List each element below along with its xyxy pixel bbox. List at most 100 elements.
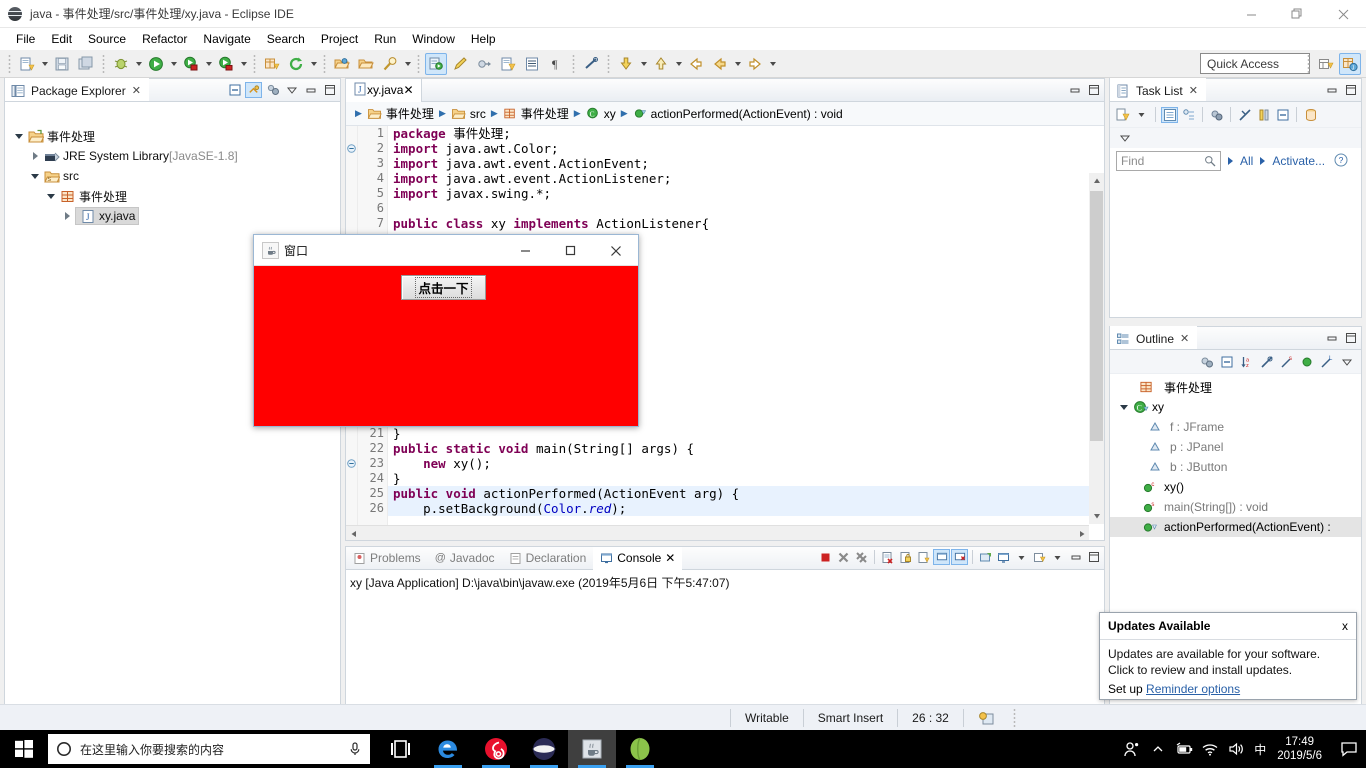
all-arrow-icon[interactable] bbox=[1228, 157, 1233, 165]
tab-outline[interactable]: Outline ✕ bbox=[1110, 326, 1198, 349]
refresh-arrow-icon[interactable] bbox=[308, 53, 319, 75]
tree-item-project[interactable]: 事件处理 bbox=[5, 126, 340, 146]
new-console-view-icon[interactable] bbox=[1031, 549, 1048, 565]
minimize-console-icon[interactable] bbox=[1067, 549, 1084, 565]
pin-console-icon[interactable] bbox=[915, 549, 932, 565]
close-icon[interactable]: ✕ bbox=[132, 84, 141, 97]
volume-icon[interactable] bbox=[1223, 730, 1249, 768]
breadcrumb-project[interactable]: 事件处理 bbox=[367, 105, 434, 122]
view-menu-icon[interactable] bbox=[283, 82, 300, 98]
new-task-arrow-icon[interactable] bbox=[1133, 107, 1150, 123]
toolbar-grip-7[interactable] bbox=[606, 53, 611, 74]
external-tools-arrow-icon[interactable] bbox=[203, 53, 214, 75]
synchronize-changed-icon[interactable] bbox=[1236, 107, 1253, 123]
outline-item-field[interactable]: b : JButton bbox=[1110, 457, 1361, 477]
maximize-restore-icon[interactable] bbox=[1274, 0, 1320, 28]
search-icon[interactable] bbox=[379, 53, 401, 75]
twisty-down-icon[interactable] bbox=[43, 188, 59, 204]
save-all-icon[interactable] bbox=[75, 53, 97, 75]
maximize-view-icon[interactable] bbox=[321, 82, 338, 98]
reminder-options-link[interactable]: Reminder options bbox=[1146, 682, 1240, 696]
maximize-console-icon[interactable] bbox=[1085, 549, 1102, 565]
menu-search[interactable]: Search bbox=[259, 30, 313, 48]
step-down-icon[interactable] bbox=[615, 53, 637, 75]
tree-item-package[interactable]: 事件处理 bbox=[5, 186, 340, 206]
browser-icon[interactable] bbox=[520, 730, 568, 768]
menu-window[interactable]: Window bbox=[404, 30, 463, 48]
step-down-arrow-icon[interactable] bbox=[638, 53, 649, 75]
back-arrow-icon[interactable] bbox=[732, 53, 743, 75]
people-icon[interactable] bbox=[1119, 730, 1145, 768]
breadcrumb-method[interactable]: actionPerformed(ActionEvent) : void bbox=[633, 107, 843, 121]
minimize-view-icon[interactable] bbox=[1323, 82, 1340, 98]
minimize-view-icon[interactable] bbox=[1323, 330, 1340, 346]
display-dropdown-arrow-icon[interactable] bbox=[1013, 549, 1030, 565]
highlight-pen-icon[interactable] bbox=[449, 53, 471, 75]
run-last-tool-icon[interactable] bbox=[215, 53, 237, 75]
back-icon[interactable] bbox=[709, 53, 731, 75]
terminate-icon[interactable] bbox=[817, 549, 834, 565]
twisty-down-icon[interactable] bbox=[1116, 399, 1132, 415]
tab-declaration[interactable]: Declaration bbox=[502, 547, 594, 570]
focus-on-workweek-icon[interactable] bbox=[1208, 107, 1225, 123]
scroll-lock-icon[interactable] bbox=[897, 549, 914, 565]
fold-toggle-icon[interactable] bbox=[346, 141, 357, 156]
new-file-icon[interactable] bbox=[16, 53, 38, 75]
sort-icon[interactable]: az bbox=[1238, 354, 1255, 370]
tree-item-java-file[interactable]: J xy.java bbox=[5, 206, 340, 226]
twisty-down-icon[interactable] bbox=[27, 168, 43, 184]
close-icon[interactable]: ✕ bbox=[665, 551, 675, 565]
scroll-right-icon[interactable] bbox=[1074, 526, 1089, 541]
remove-launch-icon[interactable] bbox=[835, 549, 852, 565]
task-view-icon[interactable] bbox=[376, 730, 424, 768]
twisty-down-icon[interactable] bbox=[11, 128, 27, 144]
toolbar-grip[interactable] bbox=[7, 53, 12, 74]
scroll-up-icon[interactable] bbox=[1089, 173, 1104, 189]
new-task-icon[interactable] bbox=[1114, 107, 1131, 123]
view-menu-icon[interactable] bbox=[1338, 354, 1355, 370]
edge-icon[interactable] bbox=[424, 730, 472, 768]
close-button[interactable] bbox=[1320, 0, 1366, 28]
menu-edit[interactable]: Edit bbox=[43, 30, 80, 48]
toolbar-grip-3[interactable] bbox=[252, 53, 257, 74]
forward-arrow-icon[interactable] bbox=[767, 53, 778, 75]
display-selected-console-icon[interactable] bbox=[933, 549, 950, 565]
click-me-button[interactable]: 点击一下 bbox=[401, 275, 486, 300]
tab-package-explorer[interactable]: Package Explorer ✕ bbox=[5, 78, 149, 101]
new-window-icon[interactable] bbox=[497, 53, 519, 75]
minimize-button[interactable] bbox=[1228, 0, 1274, 28]
find-input[interactable]: Find bbox=[1116, 151, 1221, 171]
tab-console[interactable]: Console ✕ bbox=[593, 546, 683, 570]
hide-fields-icon[interactable] bbox=[1258, 354, 1275, 370]
link-with-editor-icon[interactable] bbox=[245, 82, 262, 98]
activate-arrow-icon[interactable] bbox=[1260, 157, 1266, 165]
swing-maximize-button[interactable] bbox=[548, 235, 593, 266]
collapse-all-icon[interactable] bbox=[1274, 107, 1291, 123]
menu-navigate[interactable]: Navigate bbox=[195, 30, 258, 48]
toolbar-grip-4[interactable] bbox=[322, 53, 327, 74]
netease-music-icon[interactable] bbox=[472, 730, 520, 768]
tab-task-list[interactable]: Task List ✕ bbox=[1110, 78, 1206, 101]
java-perspective-icon[interactable]: J bbox=[1339, 53, 1361, 75]
toolbar-grip-5[interactable] bbox=[416, 53, 421, 74]
task-repository-icon[interactable] bbox=[1302, 107, 1319, 123]
scroll-down-icon[interactable] bbox=[1089, 508, 1104, 524]
swing-application-window[interactable]: 窗口 点击一下 bbox=[253, 234, 639, 427]
open-type-icon[interactable] bbox=[355, 53, 377, 75]
updates-available-notification[interactable]: Updates Available x Updates are availabl… bbox=[1099, 612, 1357, 700]
run-last-arrow-icon[interactable] bbox=[238, 53, 249, 75]
editor-horizontal-scrollbar[interactable] bbox=[346, 525, 1089, 540]
view-menu-filters-icon[interactable] bbox=[264, 82, 281, 98]
collapse-all-icon[interactable] bbox=[226, 82, 243, 98]
step-up-arrow-icon[interactable] bbox=[673, 53, 684, 75]
filter-all-link[interactable]: All bbox=[1240, 154, 1253, 168]
twisty-right-icon[interactable] bbox=[59, 208, 75, 224]
maximize-view-icon[interactable] bbox=[1342, 82, 1359, 98]
tab-xy-java[interactable]: J xy.java ✕ bbox=[346, 78, 422, 102]
toolbar-grip-2[interactable] bbox=[101, 53, 106, 74]
swing-close-button[interactable] bbox=[593, 235, 638, 266]
open-perspective-icon[interactable] bbox=[1315, 53, 1337, 75]
close-icon[interactable]: ✕ bbox=[403, 83, 413, 97]
menu-refactor[interactable]: Refactor bbox=[134, 30, 195, 48]
outline-item-class[interactable]: C xy bbox=[1110, 397, 1361, 417]
